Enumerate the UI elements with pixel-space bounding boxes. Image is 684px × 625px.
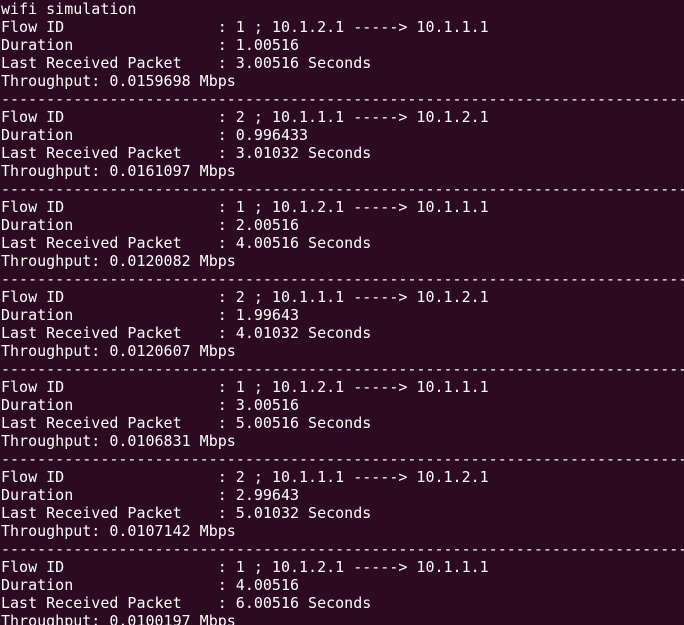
- flow-id-line: Flow ID : 1 ; 10.1.2.1 -----> 10.1.1.1: [1, 378, 489, 396]
- last-received-line: Last Received Packet : 6.00516 Seconds: [1, 594, 372, 612]
- duration-line: Duration : 1.00516: [1, 36, 300, 54]
- throughput-line: Throughput: 0.0107142 Mbps: [1, 522, 236, 540]
- flow-id-line: Flow ID : 1 ; 10.1.2.1 -----> 10.1.1.1: [1, 18, 489, 36]
- last-received-line: Last Received Packet : 5.00516 Seconds: [1, 414, 372, 432]
- flow-id-line: Flow ID : 1 ; 10.1.2.1 -----> 10.1.1.1: [1, 198, 489, 216]
- flow-id-line: Flow ID : 1 ; 10.1.2.1 -----> 10.1.1.1: [1, 558, 489, 576]
- throughput-line: Throughput: 0.0161097 Mbps: [1, 162, 236, 180]
- flow-block-1: Flow ID : 1 ; 10.1.2.1 -----> 10.1.1.1 D…: [1, 18, 684, 108]
- flow-block-2: Flow ID : 2 ; 10.1.1.1 -----> 10.1.2.1 D…: [1, 108, 684, 198]
- throughput-line: Throughput: 0.0120607 Mbps: [1, 342, 236, 360]
- flow-id-line: Flow ID : 2 ; 10.1.1.1 -----> 10.1.2.1: [1, 468, 489, 486]
- separator-line: ----------------------------------------…: [1, 450, 684, 468]
- throughput-line: Throughput: 0.0100197 Mbps: [1, 612, 236, 625]
- duration-line: Duration : 0.996433: [1, 126, 309, 144]
- separator-line: ----------------------------------------…: [1, 270, 684, 288]
- throughput-line: Throughput: 0.0159698 Mbps: [1, 72, 236, 90]
- separator-line: ----------------------------------------…: [1, 90, 684, 108]
- last-received-line: Last Received Packet : 5.01032 Seconds: [1, 504, 372, 522]
- flow-block-6: Flow ID : 2 ; 10.1.1.1 -----> 10.1.2.1 D…: [1, 468, 684, 558]
- flow-block-7: Flow ID : 1 ; 10.1.2.1 -----> 10.1.1.1 D…: [1, 558, 684, 625]
- duration-line: Duration : 2.00516: [1, 216, 300, 234]
- duration-line: Duration : 3.00516: [1, 396, 300, 414]
- flow-block-4: Flow ID : 2 ; 10.1.1.1 -----> 10.1.2.1 D…: [1, 288, 684, 378]
- separator-line: ----------------------------------------…: [1, 540, 684, 558]
- separator-line: ----------------------------------------…: [1, 360, 684, 378]
- last-received-line: Last Received Packet : 3.01032 Seconds: [1, 144, 372, 162]
- last-received-line: Last Received Packet : 3.00516 Seconds: [1, 54, 372, 72]
- last-received-line: Last Received Packet : 4.00516 Seconds: [1, 234, 372, 252]
- last-received-line: Last Received Packet : 4.01032 Seconds: [1, 324, 372, 342]
- terminal-output[interactable]: wifi simulation Flow ID : 1 ; 10.1.2.1 -…: [0, 0, 684, 625]
- flow-id-line: Flow ID : 2 ; 10.1.1.1 -----> 10.1.2.1: [1, 288, 489, 306]
- throughput-line: Throughput: 0.0106831 Mbps: [1, 432, 236, 450]
- simulation-title-line: wifi simulation: [1, 0, 137, 18]
- flow-id-line: Flow ID : 2 ; 10.1.1.1 -----> 10.1.2.1: [1, 108, 489, 126]
- duration-line: Duration : 2.99643: [1, 486, 300, 504]
- flow-block-3: Flow ID : 1 ; 10.1.2.1 -----> 10.1.1.1 D…: [1, 198, 684, 288]
- flow-block-5: Flow ID : 1 ; 10.1.2.1 -----> 10.1.1.1 D…: [1, 378, 684, 468]
- duration-line: Duration : 4.00516: [1, 576, 300, 594]
- separator-line: ----------------------------------------…: [1, 180, 684, 198]
- throughput-line: Throughput: 0.0120082 Mbps: [1, 252, 236, 270]
- duration-line: Duration : 1.99643: [1, 306, 300, 324]
